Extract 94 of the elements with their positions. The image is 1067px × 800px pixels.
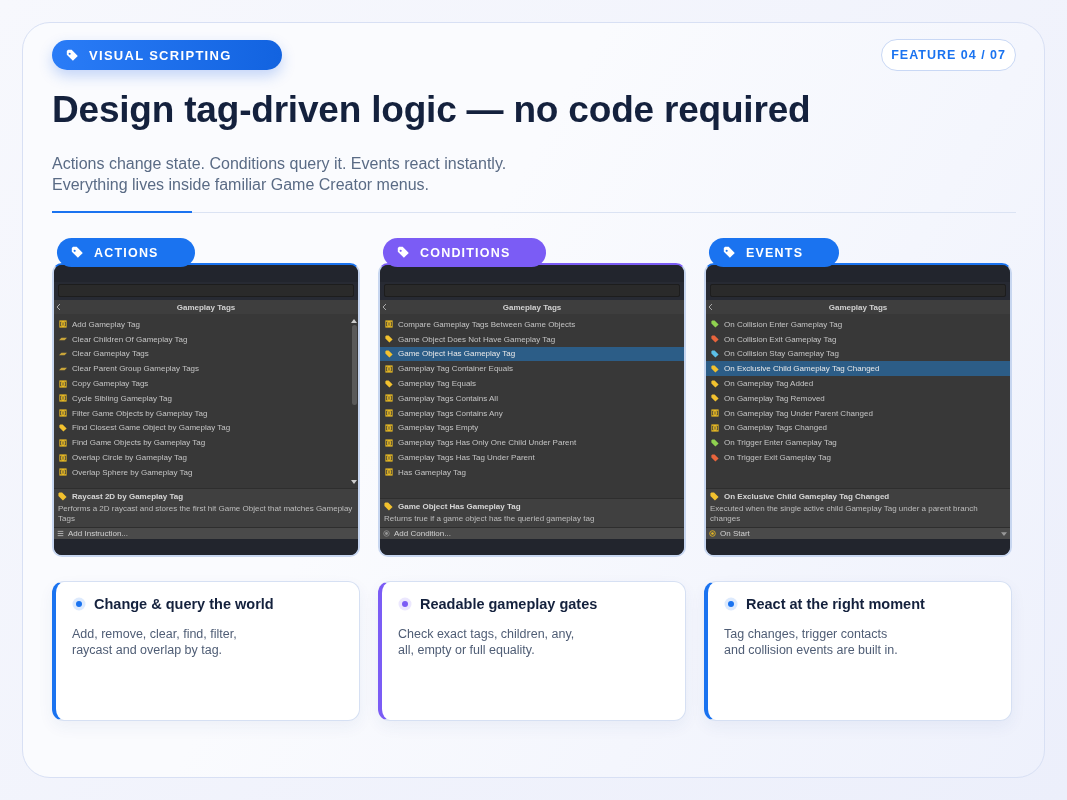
- menu-item[interactable]: Gameplay Tags Has Only One Child Under Parent: [380, 435, 684, 451]
- back-icon[interactable]: [382, 303, 387, 311]
- info-title: Raycast 2D by Gameplay Tag: [72, 492, 183, 501]
- component-icon: [59, 453, 67, 462]
- component-icon: [59, 468, 67, 477]
- component-icon: [59, 394, 67, 403]
- info-description: Executed when the single active child Gameplay Tag under a parent branch changes: [710, 504, 979, 523]
- footer-button[interactable]: On Start: [706, 527, 1010, 539]
- menu-item[interactable]: Gameplay Tags Empty: [380, 420, 684, 436]
- scroll-down-icon[interactable]: [351, 480, 357, 484]
- feature-counter: FEATURE 04 / 07: [881, 39, 1016, 71]
- tag-icon: [723, 246, 736, 259]
- menu-title: Gameplay Tags: [828, 302, 888, 312]
- menu-item[interactable]: Game Object Does Not Have Gameplay Tag: [380, 331, 684, 347]
- tag-icon: [58, 492, 67, 501]
- component-icon: [385, 468, 393, 477]
- menu-item[interactable]: Clear Children Of Gameplay Tag: [54, 331, 350, 347]
- menu-item[interactable]: Find Game Objects by Gameplay Tag: [54, 435, 350, 451]
- menu-icon: [57, 530, 64, 537]
- menu-item[interactable]: Copy Gameplay Tags: [54, 376, 350, 391]
- menu-item[interactable]: Add Gameplay Tag: [54, 317, 350, 332]
- circle-icon: [383, 530, 390, 537]
- tag-icon: [710, 492, 719, 501]
- menu-item[interactable]: Clear Parent Group Gameplay Tags: [54, 361, 350, 377]
- menu-item[interactable]: On Collision Enter Gameplay Tag: [706, 317, 1010, 332]
- menu-title: Gameplay Tags: [502, 302, 562, 312]
- component-icon: [711, 423, 719, 432]
- tag-icon: [71, 246, 84, 259]
- menu-item[interactable]: Gameplay Tags Has Tag Under Parent: [380, 450, 684, 465]
- component-icon: [59, 438, 67, 447]
- back-icon[interactable]: [56, 303, 61, 311]
- component-icon: [59, 379, 67, 388]
- badge-label: VISUAL SCRIPTING: [89, 47, 232, 63]
- menu-item[interactable]: On Collision Stay Gameplay Tag: [706, 346, 1010, 362]
- menu-item[interactable]: On Gameplay Tag Removed: [706, 391, 1010, 406]
- menu-item[interactable]: Find Closest Game Object by Gameplay Tag: [54, 420, 350, 436]
- menu-item[interactable]: Gameplay Tags Contains Any: [380, 405, 684, 421]
- info-title: On Exclusive Child Gameplay Tag Changed: [724, 492, 890, 501]
- component-icon: [385, 320, 393, 329]
- menu-item[interactable]: Cycle Sibling Gameplay Tag: [54, 391, 350, 406]
- bullet-icon: [72, 597, 86, 611]
- menu-item[interactable]: Has Gameplay Tag: [380, 464, 684, 480]
- menu-item[interactable]: Gameplay Tags Contains All: [380, 391, 684, 406]
- section-label: CONDITIONS: [420, 245, 511, 260]
- info-description: Returns true if a game object has the queried gameplay tag: [384, 513, 596, 523]
- scroll-up-icon[interactable]: [351, 319, 357, 323]
- menu-item[interactable]: Overlap Sphere by Gameplay Tag: [54, 464, 350, 480]
- menu-item[interactable]: Gameplay Tag Container Equals: [380, 361, 684, 377]
- bullet-icon: [398, 597, 412, 611]
- component-icon: [59, 320, 67, 329]
- menu-item[interactable]: On Gameplay Tag Added: [706, 376, 1010, 391]
- subtitle-line: Everything lives inside familiar Game Creator menus.: [52, 175, 431, 195]
- bullet-icon: [724, 597, 738, 611]
- menu-item[interactable]: Compare Gameplay Tags Between Game Objects: [380, 317, 684, 332]
- menu-item[interactable]: On Trigger Exit Gameplay Tag: [706, 450, 1010, 465]
- component-icon: [385, 394, 393, 403]
- back-icon[interactable]: [708, 303, 713, 311]
- card-text: Add, remove, clear, find, filter, raycast and overlap by tag.: [72, 626, 238, 658]
- menu-item[interactable]: Game Object Has Gameplay Tag: [380, 346, 684, 362]
- menu-item[interactable]: On Gameplay Tag Under Parent Changed: [706, 405, 1010, 421]
- info-title: Game Object Has Gameplay Tag: [398, 501, 521, 511]
- caret-icon: [1001, 531, 1007, 536]
- card-title: Change & query the world: [94, 596, 274, 612]
- headline: Design tag-driven logic — no code required: [52, 89, 812, 131]
- menu-item[interactable]: Clear Gameplay Tags: [54, 346, 350, 362]
- component-icon: [711, 409, 719, 418]
- card-text: Tag changes, trigger contacts and collision events are built in.: [724, 626, 899, 658]
- component-icon: [59, 409, 67, 418]
- component-icon: [385, 453, 393, 462]
- section-label: ACTIONS: [94, 245, 159, 260]
- info-description: Performs a 2D raycast and stores the first hit Game Object that matches Gameplay Tags: [58, 504, 354, 523]
- component-icon: [385, 364, 393, 373]
- tag-icon: [66, 48, 79, 62]
- menu-item[interactable]: On Collision Exit Gameplay Tag: [706, 331, 1010, 347]
- subtitle-line: Actions change state. Conditions query it. Events react instantly.: [52, 154, 508, 174]
- component-icon: [385, 423, 393, 432]
- section-label: EVENTS: [746, 245, 804, 260]
- menu-item[interactable]: Gameplay Tag Equals: [380, 376, 684, 391]
- menu-item[interactable]: On Trigger Enter Gameplay Tag: [706, 435, 1010, 451]
- card-title: React at the right moment: [746, 596, 925, 612]
- card-text: Check exact tags, children, any, all, empty or full equality.: [398, 626, 576, 658]
- footer-button[interactable]: Add Condition...: [380, 527, 684, 539]
- menu-item[interactable]: On Exclusive Child Gameplay Tag Changed: [706, 361, 1010, 377]
- menu-item[interactable]: Overlap Circle by Gameplay Tag: [54, 450, 350, 465]
- component-icon: [385, 409, 393, 418]
- component-icon: [385, 438, 393, 447]
- menu-item[interactable]: Filter Game Objects by Gameplay Tag: [54, 405, 350, 421]
- menu-item[interactable]: On Gameplay Tags Changed: [706, 420, 1010, 436]
- menu-title: Gameplay Tags: [176, 302, 236, 312]
- circle-icon: [709, 530, 716, 537]
- tag-icon: [384, 501, 393, 511]
- tag-icon: [397, 246, 410, 259]
- footer-button[interactable]: Add Instruction...: [54, 527, 358, 539]
- card-title: Readable gameplay gates: [420, 596, 598, 612]
